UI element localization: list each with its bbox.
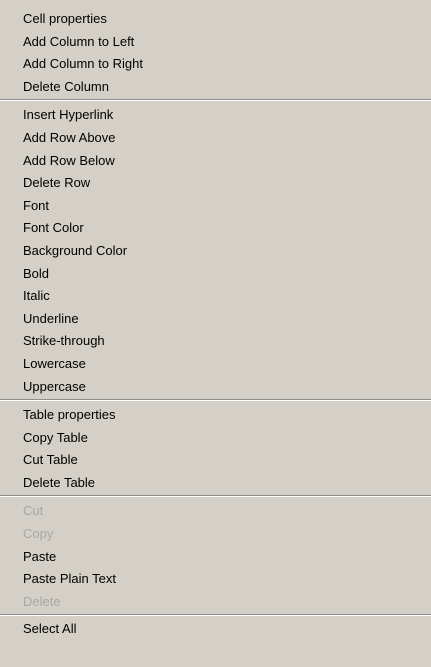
menu-item-lowercase[interactable]: Lowercase	[0, 353, 431, 376]
menu-group-column: Cell properties Add Column to Left Add C…	[0, 0, 431, 98]
menu-item-insert-hyperlink[interactable]: Insert Hyperlink	[0, 104, 431, 127]
menu-item-bold[interactable]: Bold	[0, 263, 431, 286]
menu-item-strike-through[interactable]: Strike-through	[0, 330, 431, 353]
menu-item-table-properties[interactable]: Table properties	[0, 404, 431, 427]
menu-separator	[0, 99, 431, 102]
menu-item-font[interactable]: Font	[0, 195, 431, 218]
menu-separator	[0, 399, 431, 402]
menu-item-cut-table[interactable]: Cut Table	[0, 449, 431, 472]
menu-separator	[0, 614, 431, 617]
context-menu: Cell properties Add Column to Left Add C…	[0, 0, 431, 667]
menu-item-font-color[interactable]: Font Color	[0, 217, 431, 240]
menu-item-underline[interactable]: Underline	[0, 308, 431, 331]
menu-separator	[0, 495, 431, 498]
menu-group-selection: Select All	[0, 617, 431, 641]
menu-item-paste-plain-text[interactable]: Paste Plain Text	[0, 568, 431, 591]
menu-group-clipboard: Cut Copy Paste Paste Plain Text Delete	[0, 498, 431, 613]
menu-item-add-row-below[interactable]: Add Row Below	[0, 150, 431, 173]
menu-item-delete-row[interactable]: Delete Row	[0, 172, 431, 195]
menu-item-add-column-to-left[interactable]: Add Column to Left	[0, 31, 431, 54]
menu-item-add-row-above[interactable]: Add Row Above	[0, 127, 431, 150]
menu-item-delete: Delete	[23, 593, 61, 609]
menu-item-add-column-to-right[interactable]: Add Column to Right	[0, 53, 431, 76]
menu-group-formatting: Insert Hyperlink Add Row Above Add Row B…	[0, 102, 431, 398]
menu-item-uppercase[interactable]: Uppercase	[0, 376, 431, 399]
menu-item-cut: Cut	[23, 503, 44, 519]
menu-item-cell-properties[interactable]: Cell properties	[0, 8, 431, 31]
menu-group-table: Table properties Copy Table Cut Table De…	[0, 402, 431, 494]
menu-item-italic[interactable]: Italic	[0, 285, 431, 308]
menu-item-copy: Copy	[23, 526, 54, 542]
menu-item-paste[interactable]: Paste	[0, 546, 431, 569]
menu-item-delete-column[interactable]: Delete Column	[0, 76, 431, 99]
menu-item-copy-table[interactable]: Copy Table	[0, 427, 431, 450]
menu-item-delete-table[interactable]: Delete Table	[0, 472, 431, 495]
menu-item-background-color[interactable]: Background Color	[0, 240, 431, 263]
menu-item-select-all[interactable]: Select All	[0, 618, 431, 641]
